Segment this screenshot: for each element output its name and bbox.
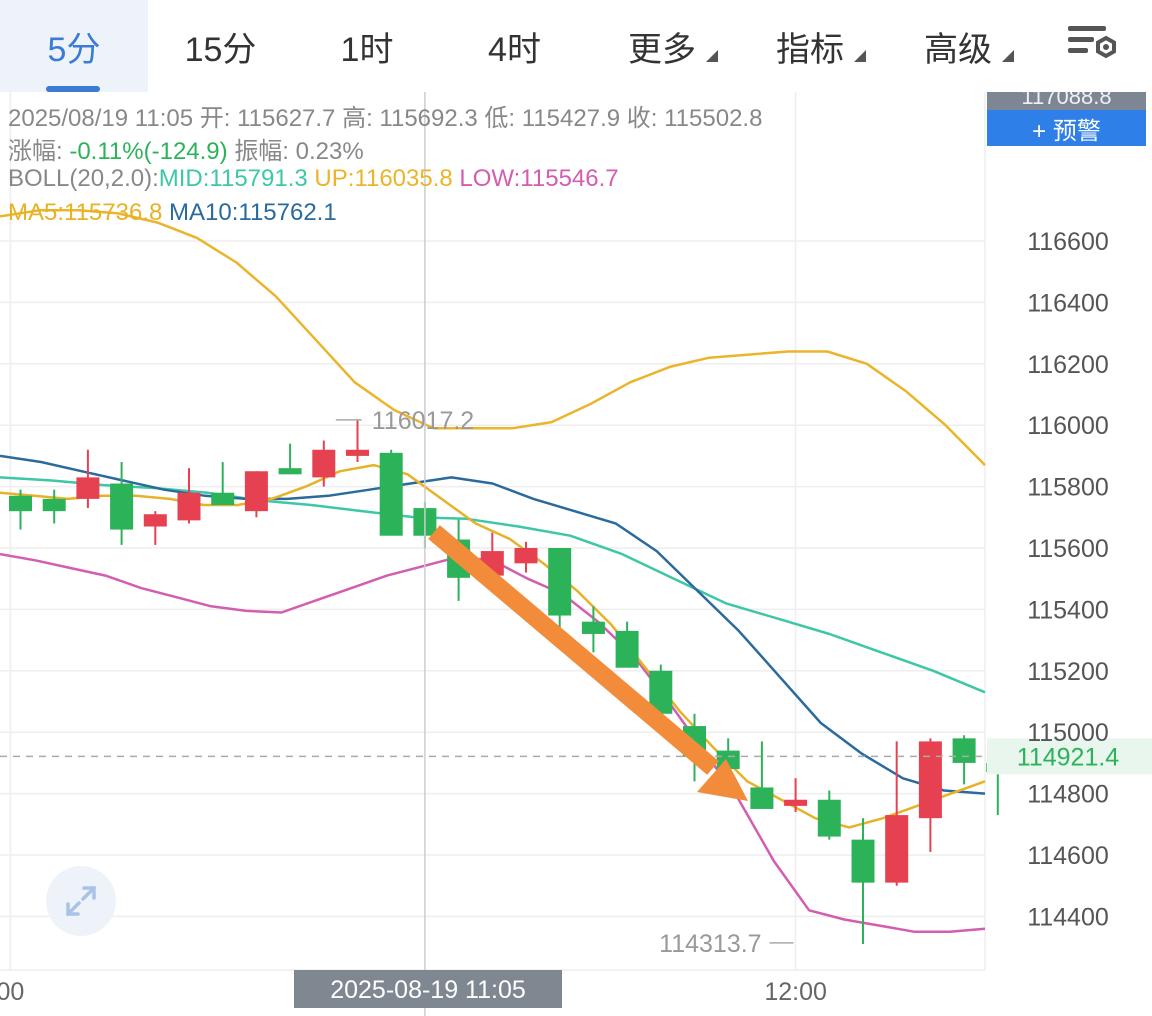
y-tick-label: 116200 bbox=[1027, 351, 1109, 379]
ohlc-info-line: 2025/08/19 11:05 开: 115627.7 高: 115692.3… bbox=[8, 98, 762, 133]
x-tick-label: 00 bbox=[0, 978, 24, 1006]
tab-label: 15分 bbox=[184, 30, 257, 69]
open-label: 开: bbox=[199, 105, 231, 132]
chart-overlay: 2025-08-19 11:05 114921.4 116017.2 114313.7 bbox=[0, 92, 1152, 1016]
candlestick-chart[interactable]: 2025-08-19 11:05 114921.4 116017.2 114313.7… bbox=[0, 92, 1152, 1016]
candle-body bbox=[615, 630, 639, 668]
tab-label: 5分 bbox=[47, 30, 101, 69]
y-tick-label: 114400 bbox=[1027, 903, 1109, 931]
candle-body bbox=[952, 738, 976, 763]
y-tick-label: 115400 bbox=[1027, 596, 1109, 624]
low-value: 115427.9 bbox=[521, 105, 621, 132]
y-tick-label: 114600 bbox=[1027, 842, 1109, 870]
candle-body bbox=[581, 621, 605, 634]
close-value: 115502.8 bbox=[664, 105, 763, 132]
x-tick-label: 12:00 bbox=[764, 978, 827, 1006]
candle-body bbox=[312, 449, 336, 478]
y-tick-label: 115000 bbox=[1027, 719, 1109, 747]
tab-label: 指标 bbox=[776, 30, 844, 69]
tab-1hour[interactable]: 1时 bbox=[293, 0, 441, 92]
y-tick-label: 115200 bbox=[1027, 658, 1109, 686]
candle-body bbox=[346, 449, 369, 456]
high-label: 高: bbox=[342, 105, 373, 132]
bar-datetime: 2025/08/19 11:05 bbox=[8, 105, 194, 132]
candle-body bbox=[379, 452, 403, 536]
candle-body bbox=[918, 741, 942, 819]
price-axis: 116600 116400 116200 116000 115800 115600 1154… bbox=[0, 228, 1109, 1006]
close-label: 收: bbox=[626, 105, 658, 132]
amplitude-value: 0.23% bbox=[295, 138, 364, 165]
boll-up-line bbox=[0, 209, 986, 466]
y-tick-label: 114800 bbox=[1027, 781, 1109, 809]
low-label: 低: bbox=[484, 105, 516, 132]
ma-info-line: MA5:115736.8 MA10:115762.1 bbox=[8, 199, 337, 227]
dropdown-triangle-icon bbox=[706, 50, 718, 62]
candle-body bbox=[244, 471, 268, 512]
tab-indicators[interactable]: 指标 bbox=[736, 0, 884, 92]
ma5-value: MA5:115736.8 bbox=[8, 199, 163, 226]
candle-body bbox=[885, 815, 909, 883]
candle-body bbox=[211, 492, 235, 506]
candle-body bbox=[42, 498, 66, 512]
expand-arrows-icon[interactable] bbox=[46, 866, 116, 936]
tab-5min[interactable]: 5分 bbox=[0, 0, 148, 92]
boll-up-value: UP:116035.8 bbox=[314, 165, 453, 192]
boll-info-line: BOLL(20,2.0):MID:115791.3 UP:116035.8 LO… bbox=[8, 165, 619, 193]
tab-4hour[interactable]: 4时 bbox=[441, 0, 588, 92]
y-tick-label: 115800 bbox=[1027, 474, 1109, 502]
candle-body bbox=[9, 495, 32, 512]
min-price-label: 114313.7 bbox=[659, 930, 761, 958]
candle-body bbox=[177, 492, 201, 521]
dropdown-triangle-icon bbox=[1002, 50, 1014, 62]
change-value: -0.11%(-124.9) bbox=[69, 138, 228, 165]
tab-more[interactable]: 更多 bbox=[588, 0, 736, 92]
candle-body bbox=[817, 799, 841, 837]
y-tick-label: 115600 bbox=[1027, 535, 1109, 563]
boll-low-line bbox=[0, 552, 986, 934]
boll-low-value: LOW:115546.7 bbox=[459, 165, 619, 192]
ma10-value: MA10:115762.1 bbox=[169, 199, 337, 226]
current-price-value: 114921.4 bbox=[1017, 743, 1120, 771]
max-price-label: 116017.2 bbox=[372, 407, 474, 435]
candle-body bbox=[750, 787, 774, 809]
y-tick-label: 116400 bbox=[1027, 289, 1109, 317]
candle-body bbox=[110, 483, 134, 530]
amplitude-label: 振幅: bbox=[234, 138, 289, 165]
high-value: 115692.3 bbox=[379, 105, 478, 132]
candle-body bbox=[784, 799, 808, 806]
boll-mid-value: MID:115791.3 bbox=[158, 165, 308, 192]
y-tick-label: 116600 bbox=[1027, 228, 1109, 256]
candle-body bbox=[76, 477, 100, 499]
tab-label: 1时 bbox=[340, 30, 394, 69]
candle-body bbox=[851, 839, 875, 883]
chart-settings-icon[interactable] bbox=[1062, 20, 1122, 70]
tab-label: 更多 bbox=[628, 30, 696, 69]
crosshair-time-label: 2025-08-19 11:05 bbox=[330, 976, 526, 1004]
candle-body bbox=[548, 548, 572, 616]
change-info-line: 涨幅: -0.11%(-124.9) 振幅: 0.23% bbox=[8, 131, 364, 166]
candle-body bbox=[278, 468, 302, 475]
candle-body bbox=[143, 514, 167, 527]
price-alert-button[interactable]: + 预警 bbox=[987, 110, 1146, 146]
timeframe-tabbar: 5分 15分 1时 4时 更多 指标 高级 bbox=[0, 0, 1152, 92]
change-label: 涨幅: bbox=[8, 138, 63, 165]
boll-label: BOLL(20,2.0): bbox=[8, 165, 159, 192]
candle-body bbox=[514, 548, 538, 564]
tab-label: 4时 bbox=[488, 30, 541, 69]
tab-advanced[interactable]: 高级 bbox=[884, 0, 1032, 92]
y-tick-label: 116000 bbox=[1027, 412, 1109, 440]
open-value: 115627.7 bbox=[237, 105, 336, 132]
dropdown-triangle-icon bbox=[854, 50, 866, 62]
tab-15min[interactable]: 15分 bbox=[148, 0, 293, 92]
ma10-line bbox=[0, 454, 986, 795]
tab-label: 高级 bbox=[924, 30, 992, 69]
top-price-tag: 117088.8 bbox=[987, 92, 1146, 110]
